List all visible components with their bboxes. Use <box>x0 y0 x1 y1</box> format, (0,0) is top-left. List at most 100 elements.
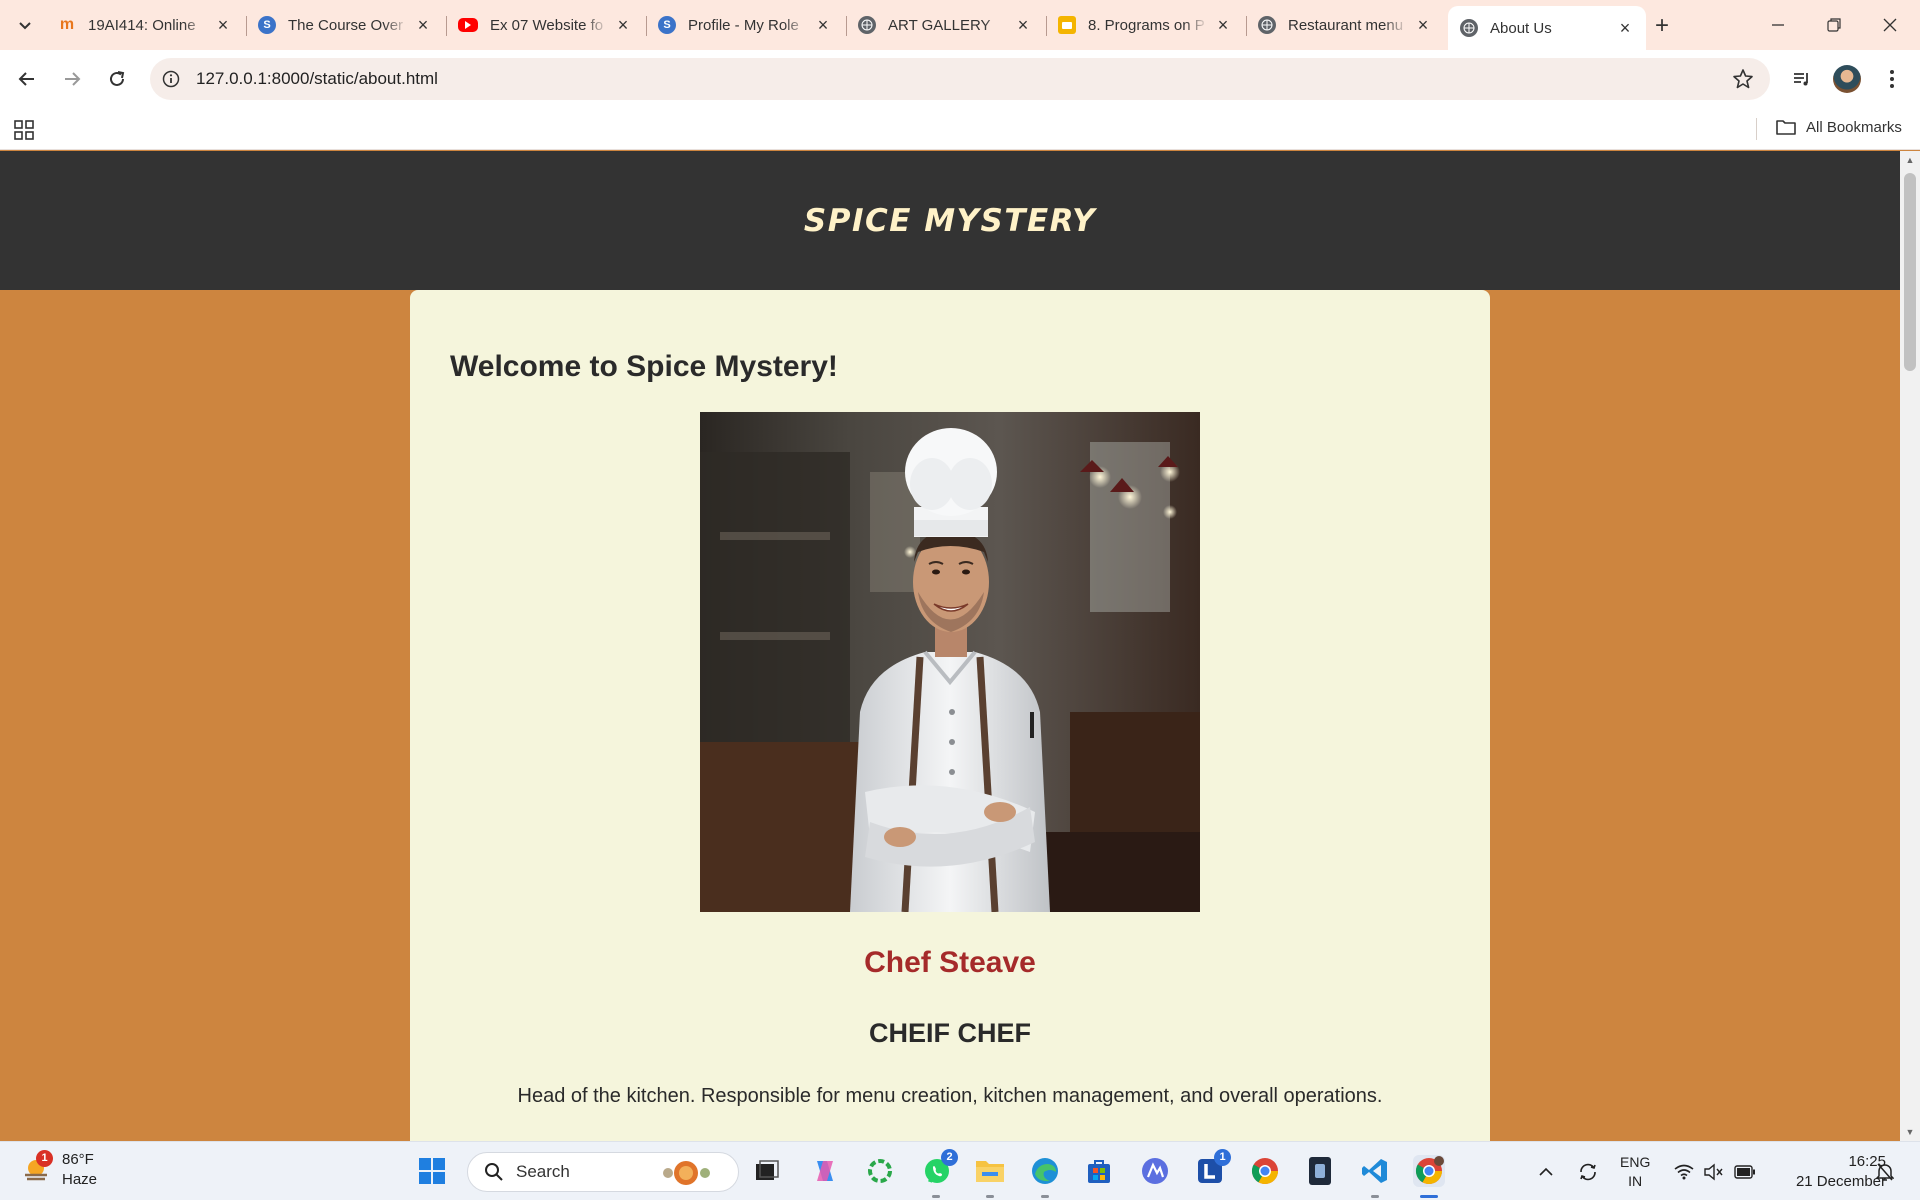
chrome-icon <box>1251 1158 1279 1185</box>
site-info-icon[interactable] <box>162 70 180 88</box>
battery-button[interactable] <box>1734 1142 1756 1200</box>
site-header: SPICE MYSTERY <box>0 151 1900 290</box>
forward-button[interactable] <box>57 64 87 94</box>
device-icon <box>1309 1157 1331 1185</box>
app-l-button[interactable]: 1 <box>1194 1149 1231 1187</box>
slides-icon <box>1058 16 1076 34</box>
tab-title: Ex 07 Website fo <box>490 16 604 34</box>
taskview-button[interactable] <box>751 1155 783 1187</box>
scroll-up-arrow[interactable]: ▲ <box>1905 155 1915 165</box>
sync-status-button[interactable] <box>1577 1142 1599 1200</box>
avatar <box>1833 65 1861 93</box>
taskbar-search[interactable]: Search <box>467 1152 739 1192</box>
app-device-button[interactable] <box>1304 1155 1336 1187</box>
store-button[interactable] <box>1083 1155 1115 1187</box>
restore-button[interactable] <box>1818 10 1850 40</box>
globe-icon <box>858 16 876 34</box>
sync-icon <box>1580 1163 1596 1180</box>
apps-grid-icon[interactable] <box>14 120 34 140</box>
tab-moodle[interactable]: m 19AI414: Online × <box>46 8 244 42</box>
page-scrollbar[interactable]: ▲ ▼ <box>1900 151 1920 1141</box>
chrome-pinned-button[interactable] <box>1249 1155 1281 1187</box>
url-text[interactable]: 127.0.0.1:8000/static/about.html <box>196 69 438 89</box>
taskbar: 1 86°F Haze Search 2 1 ENG IN 16:25 21 D… <box>0 1141 1920 1200</box>
tab-course-overview[interactable]: S The Course Over × <box>246 8 444 42</box>
taskbar-clock[interactable]: 16:25 21 December <box>1776 1152 1886 1192</box>
ring-app-icon <box>868 1159 892 1183</box>
minimize-button[interactable] <box>1762 10 1794 40</box>
media-control-button[interactable] <box>1788 65 1816 93</box>
tab-restaurant-menu[interactable]: Restaurant menu × <box>1246 8 1444 42</box>
close-icon[interactable]: × <box>414 15 432 35</box>
close-icon[interactable]: × <box>814 15 832 35</box>
scroll-thumb[interactable] <box>1904 173 1916 371</box>
running-indicator <box>932 1195 940 1198</box>
scroll-down-arrow[interactable]: ▼ <box>1905 1127 1915 1137</box>
close-icon[interactable]: × <box>1414 15 1432 35</box>
folder-icon <box>976 1161 1004 1182</box>
close-icon[interactable]: × <box>214 15 232 35</box>
file-explorer-button[interactable] <box>974 1155 1006 1187</box>
whatsapp-button[interactable]: 2 <box>921 1149 958 1187</box>
tab-art-gallery[interactable]: ART GALLERY × <box>846 8 1044 42</box>
tab-title: Restaurant menu <box>1288 16 1404 34</box>
close-icon[interactable]: × <box>1014 15 1032 35</box>
tab-profile[interactable]: S Profile - My Role × <box>646 8 844 42</box>
edge-button[interactable] <box>1029 1155 1061 1187</box>
moodle-icon: m <box>59 16 75 33</box>
browser-menu-button[interactable] <box>1878 65 1906 93</box>
close-icon[interactable]: × <box>1616 18 1634 38</box>
web-page: SPICE MYSTERY Welcome to Spice Mystery! <box>0 151 1900 1141</box>
weather-temp: 86°F <box>62 1151 94 1168</box>
chef-role: CHEIF CHEF <box>869 1018 1031 1048</box>
tab-title: ART GALLERY <box>888 16 991 34</box>
tray-overflow-button[interactable] <box>1538 1142 1554 1200</box>
wifi-button[interactable] <box>1674 1142 1694 1200</box>
site-title: SPICE MYSTERY <box>803 202 1097 239</box>
close-icon[interactable]: × <box>614 15 632 35</box>
taskview-icon <box>756 1160 779 1180</box>
windows-icon <box>419 1158 445 1184</box>
reload-icon <box>110 71 125 86</box>
close-icon[interactable]: × <box>1214 15 1232 35</box>
language-indicator[interactable]: ENG IN <box>1620 1142 1650 1200</box>
globe-icon: S <box>258 16 276 34</box>
playlist-icon <box>1794 73 1808 86</box>
copilot-button[interactable] <box>809 1155 841 1187</box>
new-tab-button[interactable]: + <box>1648 12 1676 40</box>
close-icon <box>1883 18 1897 32</box>
volume-button[interactable] <box>1703 1142 1723 1200</box>
arrow-right-icon <box>65 72 81 86</box>
tab-search-button[interactable] <box>12 12 38 38</box>
kebab-menu-icon <box>1890 70 1894 88</box>
tab-programs[interactable]: 8. Programs on P × <box>1046 8 1244 42</box>
bookmark-star-icon[interactable] <box>1732 68 1754 90</box>
tab-youtube[interactable]: Ex 07 Website fo × <box>446 8 644 42</box>
chef-name: Chef Steave <box>864 946 1036 979</box>
reload-button[interactable] <box>102 64 132 94</box>
app-l-badge: 1 <box>1214 1149 1231 1166</box>
address-bar[interactable]: 127.0.0.1:8000/static/about.html <box>150 58 1770 100</box>
weather-widget[interactable]: 1 86°F Haze <box>22 1150 97 1190</box>
language-code: ENG <box>1620 1153 1651 1170</box>
close-window-button[interactable] <box>1874 10 1906 40</box>
start-button[interactable] <box>416 1155 448 1187</box>
vscode-button[interactable] <box>1359 1155 1391 1187</box>
tab-title: About Us <box>1490 19 1552 37</box>
app-a-button[interactable] <box>1139 1155 1171 1187</box>
welcome-heading: Welcome to Spice Mystery! <box>450 350 838 383</box>
tab-about-us[interactable]: About Us × <box>1448 6 1646 50</box>
notifications-button[interactable] <box>1876 1142 1894 1200</box>
chrome-active-button[interactable] <box>1413 1155 1445 1187</box>
vscode-icon <box>1362 1159 1387 1183</box>
chevron-up-icon <box>1539 1167 1553 1176</box>
globe-icon: S <box>658 16 676 34</box>
restore-icon <box>1827 18 1841 32</box>
all-bookmarks-button[interactable]: All Bookmarks <box>1776 118 1902 136</box>
whatsapp-badge: 2 <box>941 1149 958 1166</box>
clock-time: 16:25 <box>1848 1153 1886 1170</box>
app-loop-button[interactable] <box>864 1155 896 1187</box>
all-bookmarks-label: All Bookmarks <box>1806 118 1902 136</box>
profile-avatar-button[interactable] <box>1833 65 1861 93</box>
back-button[interactable] <box>12 64 42 94</box>
